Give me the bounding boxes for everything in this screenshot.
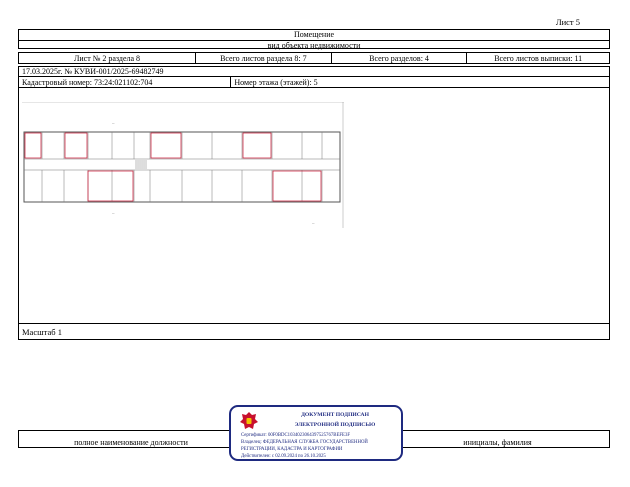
stamp-valid: Действителен: с 02.09.2024 по 26.10.2025 xyxy=(241,454,326,459)
svg-text:—: — xyxy=(112,212,115,215)
object-title: Помещение xyxy=(19,30,609,41)
total-sheets-extract: Всего листов выписки: 11 xyxy=(494,53,583,63)
extract-id: 17.03.2025г. № КУВИ-001/2025-69482749 xyxy=(22,67,164,76)
floor-plan-image: — — — xyxy=(22,102,344,228)
electronic-signature-stamp: ДОКУМЕНТ ПОДПИСАН ЭЛЕКТРОННОЙ ПОДПИСЬЮ С… xyxy=(229,405,403,461)
sheet-info-row: Лист № 2 раздела 8 Всего листов раздела … xyxy=(18,52,610,64)
svg-text:—: — xyxy=(112,122,115,125)
stamp-owner2: РЕГИСТРАЦИИ, КАДАСТРА И КАРТОГРАФИИ xyxy=(241,447,343,452)
cadastral-row: Кадастровый номер: 73:24:021102:704 Номе… xyxy=(18,77,610,88)
total-sections: Всего разделов: 4 xyxy=(332,53,468,63)
stamp-line2: ЭЛЕКТРОННОЙ ПОДПИСЬЮ xyxy=(294,422,376,428)
svg-text:—: — xyxy=(312,222,315,225)
scale-label: Масштаб 1 xyxy=(22,327,62,337)
total-sheets-section: Всего листов раздела 8: 7 xyxy=(196,53,332,63)
object-subtitle: вид объекта недвижимости xyxy=(267,41,361,50)
cadastral-number: Кадастровый номер: 73:24:021102:704 xyxy=(19,77,232,87)
position-cell: полное наименование должности xyxy=(18,430,243,448)
stamp-owner: Владелец: ФЕДЕРАЛЬНАЯ СЛУЖБА ГОСУДАРСТВЕ… xyxy=(241,440,368,445)
stamp-certificate: Сертификат: 00F0BDC1034023064397525767BE… xyxy=(241,433,351,438)
stamp-line1: ДОКУМЕНТ ПОДПИСАН xyxy=(301,412,369,418)
extract-id-row: 17.03.2025г. № КУВИ-001/2025-69482749 xyxy=(18,66,610,77)
sheet-number: Лист 5 xyxy=(555,17,580,27)
position-label: полное наименование должности xyxy=(74,438,188,447)
floor-number: Номер этажа (этажей): 5 xyxy=(234,77,318,87)
name-label: инициалы, фамилия xyxy=(463,438,532,447)
name-cell: инициалы, фамилия xyxy=(385,430,610,448)
scale-row xyxy=(18,323,610,340)
coat-of-arms-icon xyxy=(240,412,258,429)
sheet-section: Лист № 2 раздела 8 xyxy=(19,53,196,63)
object-type-block: Помещение вид объекта недвижимости xyxy=(18,29,610,50)
